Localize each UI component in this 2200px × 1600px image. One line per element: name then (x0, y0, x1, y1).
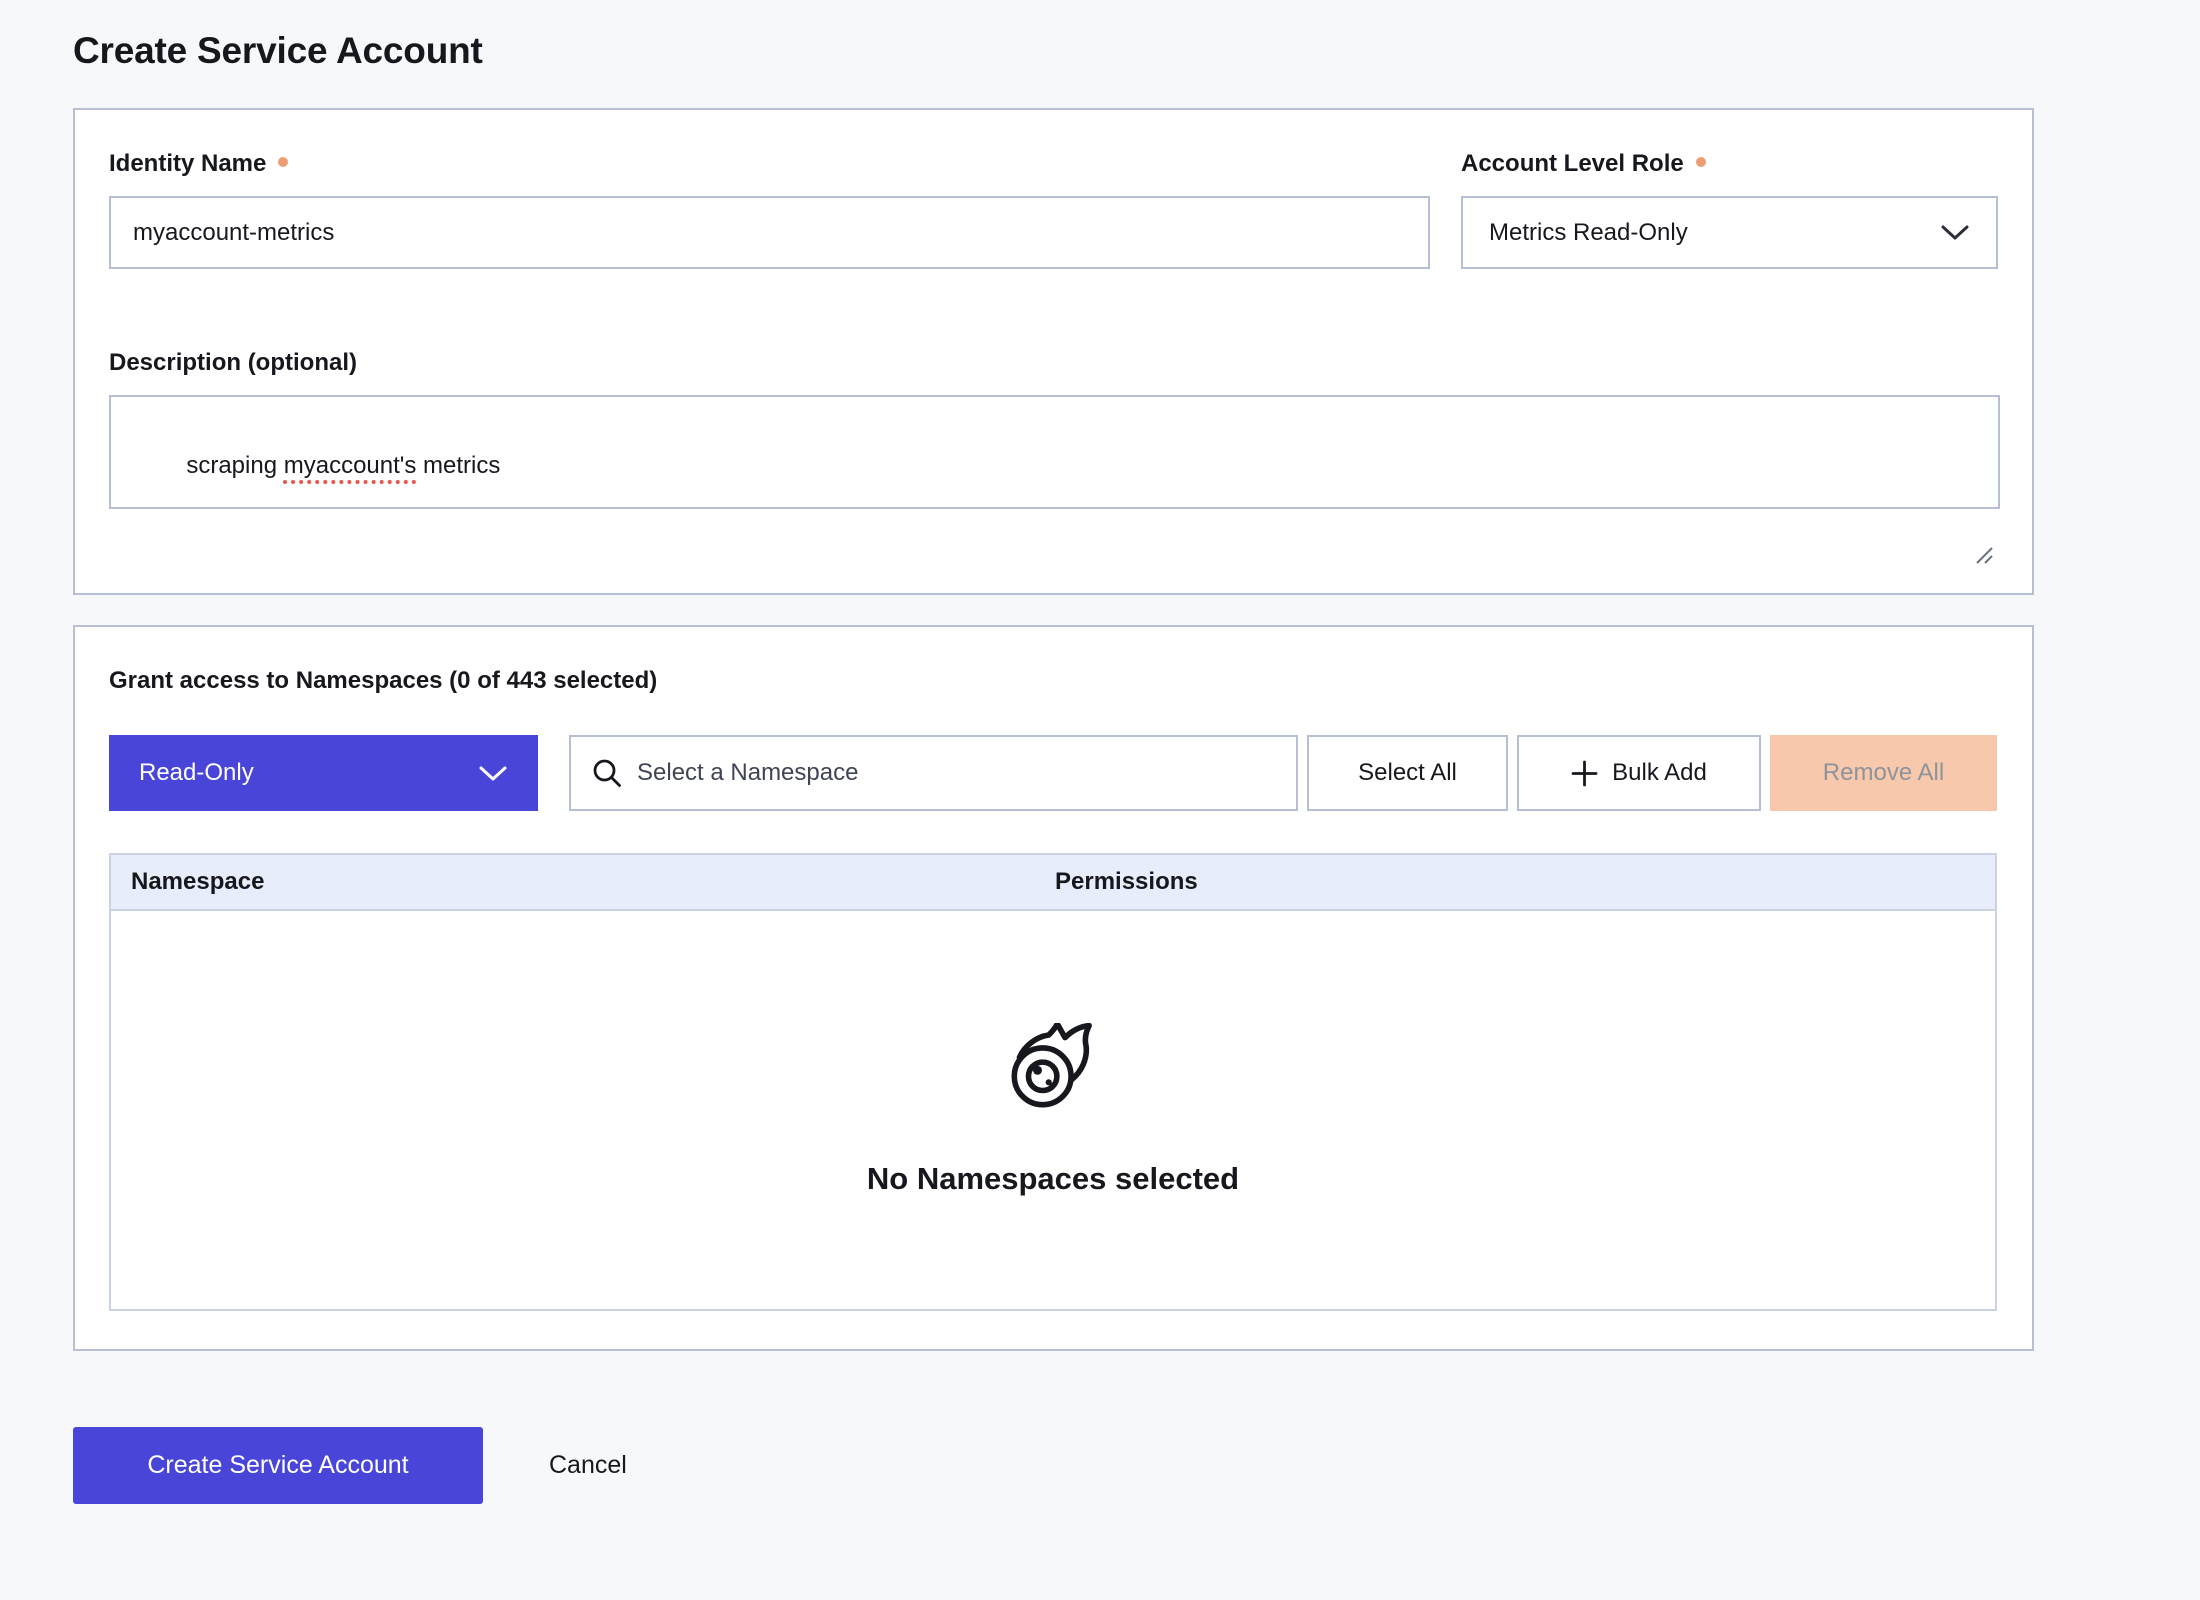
account-details-card: Identity Name Account Level Role Metrics… (73, 108, 2034, 595)
namespaces-table-header: Namespace Permissions (111, 855, 1995, 911)
namespace-controls-row: Read-Only Select a Namespace Select (109, 735, 1998, 811)
namespace-search-input[interactable]: Select a Namespace (569, 735, 1298, 811)
create-service-account-button[interactable]: Create Service Account (73, 1427, 483, 1504)
search-placeholder: Select a Namespace (637, 759, 858, 787)
chevron-down-icon (478, 765, 508, 782)
cancel-button[interactable]: Cancel (549, 1451, 627, 1480)
comet-icon (1008, 1023, 1098, 1109)
select-all-button[interactable]: Select All (1307, 735, 1508, 811)
namespaces-empty-state: No Namespaces selected (111, 911, 1995, 1309)
column-header-namespace: Namespace (111, 868, 1035, 896)
description-label: Description (optional) (109, 349, 1998, 377)
namespaces-card: Grant access to Namespaces (0 of 443 sel… (73, 625, 2034, 1351)
description-textarea[interactable]: scraping myaccount's metrics (109, 395, 2000, 509)
permission-level-value: Read-Only (139, 759, 254, 787)
chevron-down-icon (1940, 224, 1970, 241)
required-dot-icon (1696, 157, 1706, 167)
bulk-add-button[interactable]: Bulk Add (1517, 735, 1761, 811)
required-dot-icon (278, 157, 288, 167)
namespaces-table: Namespace Permissions No Namespac (109, 853, 1997, 1311)
column-header-permissions: Permissions (1035, 868, 1995, 896)
resize-handle-icon[interactable] (1972, 481, 1996, 505)
create-service-account-page: Create Service Account Identity Name Acc… (0, 0, 2200, 1600)
namespaces-heading: Grant access to Namespaces (0 of 443 sel… (109, 667, 1998, 695)
empty-state-text: No Namespaces selected (867, 1161, 1239, 1197)
permission-level-dropdown[interactable]: Read-Only (109, 735, 538, 811)
remove-all-button[interactable]: Remove All (1770, 735, 1997, 811)
page-title: Create Service Account (73, 30, 2200, 72)
account-level-role-value: Metrics Read-Only (1489, 219, 1688, 247)
form-actions: Create Service Account Cancel (73, 1427, 2200, 1504)
misspelled-word: myaccount's (284, 452, 417, 479)
account-level-role-label: Account Level Role (1461, 150, 1998, 178)
account-level-role-select[interactable]: Metrics Read-Only (1461, 196, 1998, 269)
plus-icon (1571, 760, 1598, 787)
identity-name-input[interactable] (109, 196, 1430, 269)
identity-name-label: Identity Name (109, 150, 1430, 178)
search-icon (591, 757, 623, 789)
